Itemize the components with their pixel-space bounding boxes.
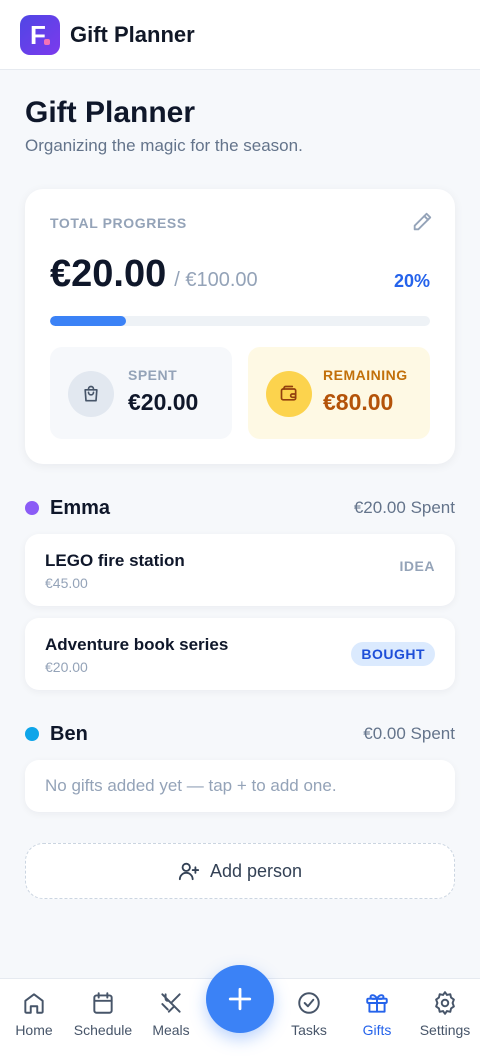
spent-stat: SPENT €20.00 [50, 347, 232, 439]
total-progress-label: TOTAL PROGRESS [50, 215, 187, 231]
total-progress-card: TOTAL PROGRESS €20.00 / €100.00 20% SPEN… [25, 189, 455, 464]
amount-total: / €100.00 [174, 269, 258, 291]
remaining-stat: REMAINING €80.00 [248, 347, 430, 439]
page-title: Gift Planner [25, 96, 196, 129]
page-subtitle: Organizing the magic for the season. [25, 136, 303, 155]
gift-card[interactable]: LEGO fire station €45.00 IDEA [25, 534, 455, 606]
progress-bar [50, 316, 430, 326]
amount-spent: €20.00 [50, 253, 167, 295]
gift-name: Adventure book series [45, 635, 229, 654]
check-circle-icon [298, 992, 320, 1014]
app-logo: F [20, 14, 60, 55]
gift-name: LEGO fire station [45, 551, 185, 570]
app-name: Gift Planner [70, 21, 195, 47]
add-fab-button[interactable] [206, 965, 274, 1033]
person-header-ben[interactable]: Ben €0.00 Spent [25, 719, 455, 749]
add-person-button[interactable]: Add person [25, 843, 455, 899]
nav-label: Home [15, 1022, 53, 1038]
nav-tasks[interactable]: Tasks [287, 979, 331, 1058]
nav-settings[interactable]: Settings [416, 979, 474, 1058]
nav-label: Schedule [73, 1022, 133, 1038]
spent-label: SPENT [128, 367, 178, 383]
person-spent: €0.00 Spent [363, 724, 455, 743]
logo-letter: F [30, 19, 46, 50]
nav-label: Meals [152, 1022, 190, 1038]
gift-card[interactable]: Adventure book series €20.00 BOUGHT [25, 618, 455, 690]
remaining-label: REMAINING [323, 367, 408, 383]
progress-bar-fill [50, 316, 126, 326]
gift-price: €45.00 [45, 575, 88, 591]
calendar-icon [93, 992, 113, 1014]
gift-status-badge[interactable]: BOUGHT [351, 642, 435, 666]
progress-percent: 20% [393, 271, 430, 291]
home-icon [24, 993, 44, 1014]
gear-icon [435, 991, 455, 1015]
shopping-bag-icon [68, 371, 114, 417]
person-name: Emma [50, 496, 111, 519]
gift-status-badge[interactable]: IDEA [400, 558, 435, 574]
empty-gifts-message: No gifts added yet — tap + to add one. [25, 760, 455, 812]
logo-dot [44, 38, 50, 45]
gift-price: €20.00 [45, 659, 88, 675]
nav-meals[interactable]: Meals [148, 979, 194, 1058]
nav-schedule[interactable]: Schedule [70, 979, 136, 1058]
spent-value: €20.00 [128, 389, 199, 415]
plus-icon [228, 987, 252, 1011]
user-plus-icon [178, 862, 200, 881]
edit-pencil-icon[interactable] [411, 211, 433, 233]
person-spent: €20.00 Spent [353, 498, 455, 517]
utensils-icon [161, 993, 181, 1013]
nav-gifts[interactable]: Gifts [356, 979, 398, 1058]
gift-icon [366, 994, 388, 1013]
add-person-label: Add person [209, 860, 303, 881]
app-header: F Gift Planner [0, 0, 480, 70]
person-color-dot [25, 501, 39, 515]
wallet-icon [266, 371, 312, 417]
person-color-dot [25, 727, 39, 741]
person-name: Ben [50, 722, 88, 745]
person-header-emma[interactable]: Emma €20.00 Spent [25, 493, 455, 523]
nav-label: Gifts [362, 1022, 392, 1038]
nav-home[interactable]: Home [13, 979, 55, 1058]
amount-row: €20.00 / €100.00 [50, 253, 258, 296]
nav-label: Tasks [291, 1022, 327, 1038]
nav-label: Settings [419, 1022, 471, 1038]
remaining-value: €80.00 [323, 389, 394, 415]
